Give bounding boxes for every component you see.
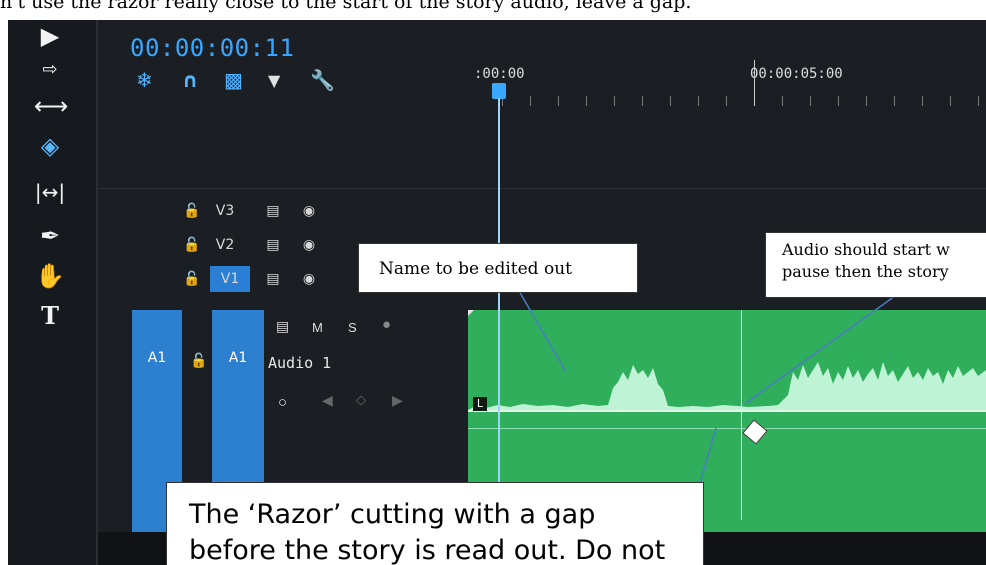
callout-name-edit-text: Name to be edited out [379,259,572,279]
callout-razor-line-2: before the story is read out. Do not [189,535,666,565]
document-text: n't use the razor really close to the st… [0,0,692,13]
callout-audio-start-line-2: pause then the story [782,262,949,281]
callout-razor-line-1: The ‘Razor’ cutting with a gap [189,499,596,530]
callout-razor: The ‘Razor’ cutting with a gap before th… [166,482,704,565]
premiere-screen: ▶ ⇨ ⟷ ◈ |↔| ✒ ✋ T 00:00:00:11 ❄ ∩ ▩ ▼ 🔧 … [8,20,986,565]
callout-audio-start-line-1: Audio should start w [782,240,950,259]
arrow-razor [697,427,717,491]
callout-name-edit: Name to be edited out [358,243,638,293]
document-top-text-line: n't use the razor really close to the st… [0,0,986,20]
callout-audio-start: Audio should start w pause then the stor… [765,232,986,298]
